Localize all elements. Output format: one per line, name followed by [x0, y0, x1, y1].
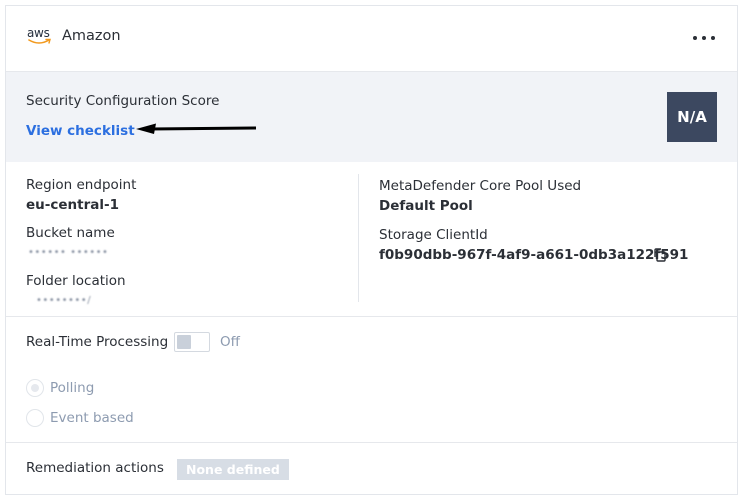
radio-event-based-label: Event based — [50, 410, 134, 426]
radio-event-based-control[interactable] — [26, 409, 44, 427]
region-label: Region endpoint — [26, 177, 137, 193]
more-options-icon[interactable] — [693, 28, 715, 48]
provider-name: Amazon — [62, 28, 121, 44]
copy-icon[interactable] — [652, 247, 668, 263]
toggle-knob — [177, 335, 191, 349]
security-score-section: Security Configuration Score View checkl… — [6, 72, 737, 162]
remediation-status-badge: None defined — [177, 459, 289, 480]
realtime-toggle[interactable] — [174, 332, 210, 352]
realtime-processing-section: Real-Time Processing Off Polling Event b… — [6, 317, 737, 443]
folder-label: Folder location — [26, 273, 126, 289]
bucket-value: •••••• •••••• — [28, 247, 109, 258]
score-title: Security Configuration Score — [26, 93, 220, 109]
bucket-label: Bucket name — [26, 225, 115, 241]
radio-polling-label: Polling — [50, 380, 95, 396]
toggle-state-label: Off — [220, 334, 240, 350]
radio-event-based[interactable]: Event based — [26, 409, 134, 427]
column-divider — [358, 174, 359, 302]
storage-card: aws Amazon Security Configuration Score … — [5, 5, 738, 495]
view-checklist-link[interactable]: View checklist — [26, 123, 135, 139]
radio-polling[interactable]: Polling — [26, 379, 94, 397]
aws-smile-icon — [28, 38, 51, 44]
storage-details: Region endpoint eu-central-1 Bucket name… — [6, 162, 737, 317]
folder-value: ••••••••/ — [36, 295, 92, 306]
region-value: eu-central-1 — [26, 197, 119, 213]
client-id-label: Storage ClientId — [379, 227, 488, 243]
client-id-value: f0b90dbb-967f-4af9-a661-0db3a122f591 — [379, 247, 689, 263]
realtime-label: Real-Time Processing — [26, 334, 169, 350]
radio-polling-control[interactable] — [26, 379, 44, 397]
pool-label: MetaDefender Core Pool Used — [379, 178, 582, 194]
score-badge: N/A — [667, 92, 717, 142]
card-header: aws Amazon — [6, 6, 737, 72]
remediation-label: Remediation actions — [26, 460, 164, 476]
arrow-annotation-icon — [136, 123, 257, 134]
aws-logo: aws — [27, 26, 53, 48]
pool-value: Default Pool — [379, 198, 473, 214]
remediation-section: Remediation actions None defined — [6, 443, 737, 496]
